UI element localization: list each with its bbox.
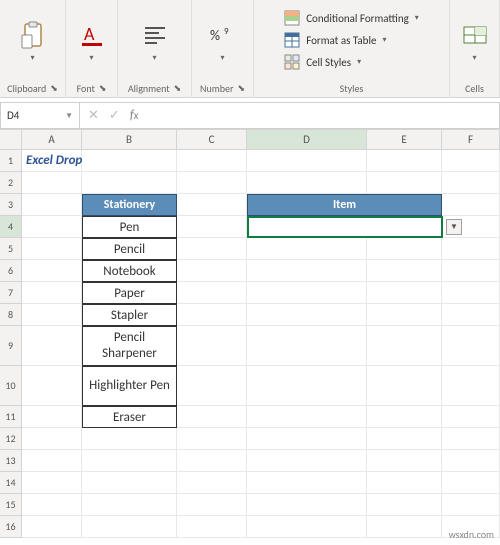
format-as-table-label: Format as Table bbox=[306, 34, 376, 47]
chevron-down-icon[interactable]: ▾ bbox=[89, 53, 93, 63]
row-header[interactable]: 1 bbox=[0, 150, 22, 172]
stationery-cell[interactable]: Stapler bbox=[82, 304, 177, 326]
name-box-value: D4 bbox=[7, 109, 19, 122]
chevron-down-icon[interactable]: ▾ bbox=[220, 53, 224, 63]
dropdown-handle-icon[interactable]: ▼ bbox=[446, 219, 462, 235]
dialog-launcher-icon[interactable]: ⬊ bbox=[99, 83, 107, 94]
alignment-icon[interactable] bbox=[141, 21, 169, 49]
row-header[interactable]: 4 bbox=[0, 216, 22, 238]
svg-text:9: 9 bbox=[224, 26, 229, 37]
group-clipboard: ▾ Clipboard ⬊ bbox=[0, 0, 66, 98]
col-header-E[interactable]: E bbox=[367, 130, 442, 149]
number-format-icon[interactable]: %9 bbox=[209, 21, 237, 49]
chevron-down-icon: ▾ bbox=[415, 13, 419, 23]
font-color-icon[interactable]: A bbox=[78, 21, 106, 49]
col-header-D[interactable]: D bbox=[247, 130, 367, 149]
stationery-cell[interactable]: Pen bbox=[82, 216, 177, 238]
chevron-down-icon[interactable]: ▼ bbox=[65, 111, 73, 121]
conditional-formatting-label: Conditional Formatting bbox=[306, 12, 409, 25]
stationery-cell[interactable]: Paper bbox=[82, 282, 177, 304]
item-header-cell[interactable]: Item bbox=[247, 194, 442, 216]
row-header[interactable]: 3 bbox=[0, 194, 22, 216]
group-number: %9 ▾ Number⬊ bbox=[192, 0, 254, 98]
stationery-cell[interactable]: Notebook bbox=[82, 260, 177, 282]
row-header[interactable]: 10 bbox=[0, 366, 22, 406]
row-header[interactable]: 16 bbox=[0, 516, 22, 538]
svg-text:%: % bbox=[210, 27, 220, 44]
stationery-cell[interactable]: Pencil Sharpener bbox=[82, 326, 177, 366]
conditional-formatting-icon bbox=[284, 10, 300, 26]
col-header-B[interactable]: B bbox=[82, 130, 177, 149]
formula-input[interactable] bbox=[146, 102, 500, 129]
row-header[interactable]: 15 bbox=[0, 494, 22, 516]
row-header[interactable]: 2 bbox=[0, 172, 22, 194]
group-alignment: ▾ Alignment ⬊ bbox=[118, 0, 192, 98]
chevron-down-icon[interactable]: ▾ bbox=[472, 53, 476, 63]
chevron-down-icon: ▾ bbox=[357, 57, 361, 67]
cell-styles-icon bbox=[284, 54, 300, 70]
stationery-cell[interactable]: Pencil bbox=[82, 238, 177, 260]
stationery-header-cell[interactable]: Stationery bbox=[82, 194, 177, 216]
enter-icon[interactable]: ✓ bbox=[109, 108, 120, 123]
item-dropdown-cell[interactable] bbox=[247, 216, 442, 238]
clipboard-icon[interactable] bbox=[19, 21, 47, 49]
formula-bar-row: D4 ▼ ✕ ✓ fx bbox=[0, 102, 500, 130]
cell-styles-label: Cell Styles bbox=[306, 56, 351, 69]
group-label-cells: Cells bbox=[465, 82, 484, 95]
row-header[interactable]: 7 bbox=[0, 282, 22, 304]
select-all-corner[interactable] bbox=[0, 130, 22, 150]
watermark: wsxdn.com bbox=[449, 528, 494, 541]
worksheet-grid[interactable]: A B C D E F 1 Excel Drop Down List Multi… bbox=[0, 130, 500, 538]
cell-styles-button[interactable]: Cell Styles ▾ bbox=[280, 52, 423, 72]
row-header[interactable]: 9 bbox=[0, 326, 22, 366]
col-header-F[interactable]: F bbox=[442, 130, 500, 149]
row-header[interactable]: 11 bbox=[0, 406, 22, 428]
format-as-table-button[interactable]: Format as Table ▾ bbox=[280, 30, 423, 50]
formula-controls: ✕ ✓ fx bbox=[80, 102, 146, 129]
group-font: A ▾ Font ⬊ bbox=[66, 0, 118, 98]
stationery-cell[interactable]: Eraser bbox=[82, 406, 177, 428]
group-label-styles: Styles bbox=[340, 82, 364, 95]
row-header[interactable]: 14 bbox=[0, 472, 22, 494]
row-header[interactable]: 5 bbox=[0, 238, 22, 260]
group-label-alignment: Alignment bbox=[128, 82, 170, 95]
stationery-cell[interactable]: Highlighter Pen bbox=[82, 366, 177, 406]
row-header[interactable]: 6 bbox=[0, 260, 22, 282]
row-header[interactable]: 12 bbox=[0, 428, 22, 450]
group-label-clipboard: Clipboard bbox=[7, 82, 46, 95]
dialog-launcher-icon[interactable]: ⬊ bbox=[237, 83, 245, 94]
cells-icon[interactable] bbox=[461, 21, 489, 49]
ribbon: ▾ Clipboard⬊ A ▾ Font⬊ ▾ Alignment⬊ %9 ▾… bbox=[0, 0, 500, 98]
column-headers: A B C D E F bbox=[22, 130, 500, 150]
fx-icon[interactable]: fx bbox=[130, 108, 139, 123]
dialog-launcher-icon[interactable]: ⬊ bbox=[174, 83, 182, 94]
sheet-title[interactable]: Excel Drop Down List Multiple Selection bbox=[22, 150, 82, 172]
format-as-table-icon bbox=[284, 32, 300, 48]
group-styles: Conditional Formatting ▾ Format as Table… bbox=[254, 0, 450, 98]
row-header[interactable]: 13 bbox=[0, 450, 22, 472]
cancel-icon[interactable]: ✕ bbox=[88, 108, 99, 123]
col-header-C[interactable]: C bbox=[177, 130, 247, 149]
group-label-font: Font bbox=[77, 82, 95, 95]
svg-text:A: A bbox=[84, 23, 95, 45]
row-header[interactable]: 8 bbox=[0, 304, 22, 326]
dialog-launcher-icon[interactable]: ⬊ bbox=[50, 83, 58, 94]
conditional-formatting-button[interactable]: Conditional Formatting ▾ bbox=[280, 8, 423, 28]
group-label-number: Number bbox=[200, 82, 233, 95]
chevron-down-icon: ▾ bbox=[382, 35, 386, 45]
chevron-down-icon[interactable]: ▾ bbox=[30, 53, 34, 63]
col-header-A[interactable]: A bbox=[22, 130, 82, 149]
group-cells: ▾ Cells bbox=[450, 0, 500, 98]
name-box[interactable]: D4 ▼ bbox=[0, 102, 80, 129]
chevron-down-icon[interactable]: ▾ bbox=[152, 53, 156, 63]
